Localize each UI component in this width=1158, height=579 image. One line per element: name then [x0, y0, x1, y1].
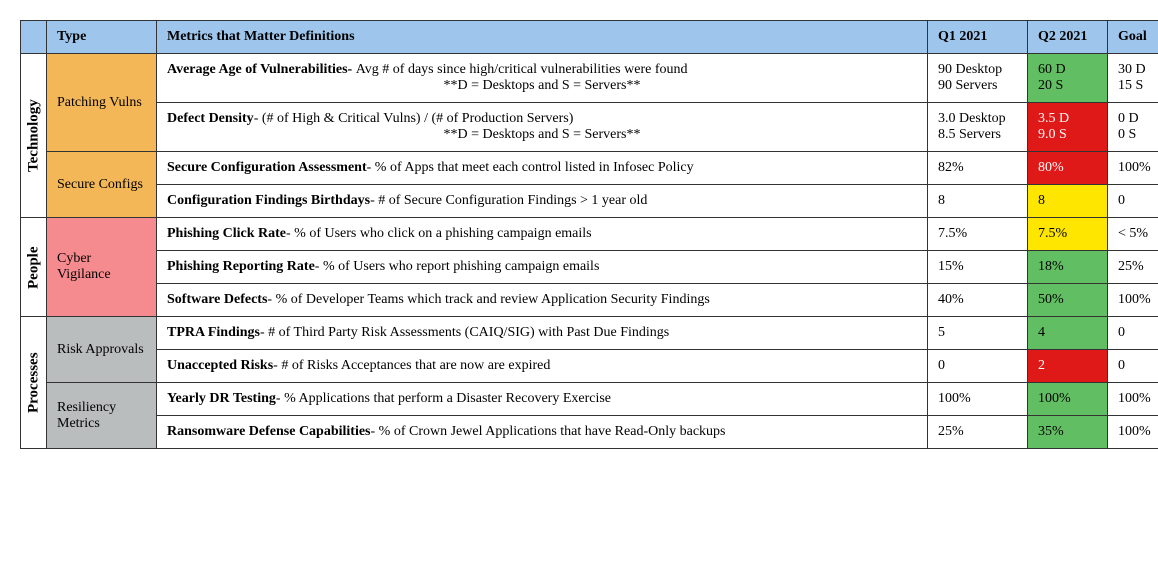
q2-value: 8 [1028, 185, 1108, 218]
metric-title: Phishing Click Rate [167, 226, 286, 241]
goal-value: 0 D 0 S [1108, 103, 1158, 152]
q2-value: 80% [1028, 152, 1108, 185]
q1-value: 7.5% [928, 218, 1028, 251]
metric-yearly-dr-testing: Yearly DR Testing- % Applications that p… [157, 383, 928, 416]
table-row: Defect Density- (# of High & Critical Vu… [21, 103, 1158, 152]
metric-title: Defect Density [167, 111, 254, 126]
metric-phishing-reporting-rate: Phishing Reporting Rate- % of Users who … [157, 251, 928, 284]
metric-config-findings-birthdays: Configuration Findings Birthdays- # of S… [157, 185, 928, 218]
metric-title: Ransomware Defense Capabilities [167, 424, 371, 439]
goal-value: 100% [1108, 383, 1158, 416]
q1-value: 40% [928, 284, 1028, 317]
q1-value: 3.0 Desktop 8.5 Servers [928, 103, 1028, 152]
table-row: Ransomware Defense Capabilities- % of Cr… [21, 416, 1158, 449]
type-secure-configs: Secure Configs [47, 152, 157, 218]
q1-value: 15% [928, 251, 1028, 284]
table-row: Processes Risk Approvals TPRA Findings- … [21, 317, 1158, 350]
metric-unaccepted-risks: Unaccepted Risks- # of Risks Acceptances… [157, 350, 928, 383]
q2-value: 4 [1028, 317, 1108, 350]
metric-title: Phishing Reporting Rate [167, 259, 315, 274]
metric-desc: - % of Users who click on a phishing cam… [286, 226, 592, 241]
q2-value: 35% [1028, 416, 1108, 449]
type-patching-vulns: Patching Vulns [47, 54, 157, 152]
header-goal: Goal [1108, 21, 1158, 54]
goal-value: 0 [1108, 350, 1158, 383]
metric-desc: - (# of High & Critical Vulns) / (# of P… [254, 111, 574, 126]
metric-desc: - # of Third Party Risk Assessments (CAI… [260, 325, 669, 340]
metric-ransomware-defense: Ransomware Defense Capabilities- % of Cr… [157, 416, 928, 449]
category-people: People [21, 218, 47, 317]
type-resiliency-metrics: Resiliency Metrics [47, 383, 157, 449]
q1-value: 100% [928, 383, 1028, 416]
metric-desc: - % of Apps that meet each control liste… [367, 160, 694, 175]
table-row: Unaccepted Risks- # of Risks Acceptances… [21, 350, 1158, 383]
metric-desc: - % of Developer Teams which track and r… [267, 292, 709, 307]
q1-value: 25% [928, 416, 1028, 449]
metric-secure-config-assessment: Secure Configuration Assessment- % of Ap… [157, 152, 928, 185]
goal-value: 30 D 15 S [1108, 54, 1158, 103]
header-metrics: Metrics that Matter Definitions [157, 21, 928, 54]
q1-value: 82% [928, 152, 1028, 185]
metric-defect-density: Defect Density- (# of High & Critical Vu… [157, 103, 928, 152]
metric-software-defects: Software Defects- % of Developer Teams w… [157, 284, 928, 317]
metric-tpra-findings: TPRA Findings- # of Third Party Risk Ass… [157, 317, 928, 350]
q1-value: 8 [928, 185, 1028, 218]
metrics-table: Type Metrics that Matter Definitions Q1 … [20, 20, 1158, 449]
header-type: Type [47, 21, 157, 54]
q2-value: 50% [1028, 284, 1108, 317]
metric-note: **D = Desktops and S = Servers** [167, 127, 917, 143]
header-q1: Q1 2021 [928, 21, 1028, 54]
metric-title: Secure Configuration Assessment [167, 160, 367, 175]
q1-value: 0 [928, 350, 1028, 383]
table-row: Phishing Reporting Rate- % of Users who … [21, 251, 1158, 284]
category-processes: Processes [21, 317, 47, 449]
q2-value: 7.5% [1028, 218, 1108, 251]
q2-value: 2 [1028, 350, 1108, 383]
header-q2: Q2 2021 [1028, 21, 1108, 54]
q2-value: 60 D 20 S [1028, 54, 1108, 103]
metric-desc: - % of Users who report phishing campaig… [315, 259, 600, 274]
metric-desc: - # of Secure Configuration Findings > 1… [370, 193, 647, 208]
metric-avg-age-vulns: Average Age of Vulnerabilities- Avg # of… [157, 54, 928, 103]
metric-phishing-click-rate: Phishing Click Rate- % of Users who clic… [157, 218, 928, 251]
goal-value: 100% [1108, 284, 1158, 317]
metric-title: Yearly DR Testing [167, 391, 276, 406]
metric-desc: - # of Risks Acceptances that are now ar… [273, 358, 550, 373]
q1-value: 90 Desktop 90 Servers [928, 54, 1028, 103]
table-row: Technology Patching Vulns Average Age of… [21, 54, 1158, 103]
q2-value: 18% [1028, 251, 1108, 284]
metric-desc: Avg # of days since high/critical vulner… [356, 62, 688, 77]
metric-title: Unaccepted Risks [167, 358, 273, 373]
metric-title: TPRA Findings [167, 325, 260, 340]
q1-value: 5 [928, 317, 1028, 350]
goal-value: 25% [1108, 251, 1158, 284]
table-row: People Cyber Vigilance Phishing Click Ra… [21, 218, 1158, 251]
header-blank [21, 21, 47, 54]
type-cyber-vigilance: Cyber Vigilance [47, 218, 157, 317]
table-row: Secure Configs Secure Configuration Asse… [21, 152, 1158, 185]
metric-desc: - % of Crown Jewel Applications that hav… [371, 424, 726, 439]
goal-value: 100% [1108, 416, 1158, 449]
table-row: Configuration Findings Birthdays- # of S… [21, 185, 1158, 218]
metric-title: Configuration Findings Birthdays [167, 193, 370, 208]
metric-title: Average Age of Vulnerabilities- [167, 62, 356, 77]
table-row: Software Defects- % of Developer Teams w… [21, 284, 1158, 317]
goal-value: 0 [1108, 185, 1158, 218]
goal-value: 0 [1108, 317, 1158, 350]
goal-value: < 5% [1108, 218, 1158, 251]
metric-title: Software Defects [167, 292, 267, 307]
metric-note: **D = Desktops and S = Servers** [167, 78, 917, 94]
metric-desc: - % Applications that perform a Disaster… [276, 391, 611, 406]
table-row: Resiliency Metrics Yearly DR Testing- % … [21, 383, 1158, 416]
goal-value: 100% [1108, 152, 1158, 185]
category-technology: Technology [21, 54, 47, 218]
header-row: Type Metrics that Matter Definitions Q1 … [21, 21, 1158, 54]
type-risk-approvals: Risk Approvals [47, 317, 157, 383]
q2-value: 3.5 D 9.0 S [1028, 103, 1108, 152]
q2-value: 100% [1028, 383, 1108, 416]
